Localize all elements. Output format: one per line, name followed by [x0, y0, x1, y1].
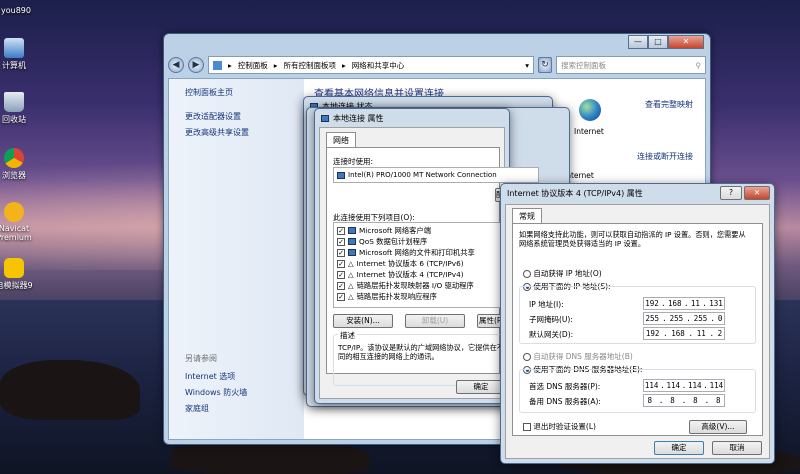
list-item[interactable]: ✓ Microsoft 网络的文件和打印机共享: [337, 247, 505, 258]
ip-address-label: IP 地址(I):: [529, 300, 564, 309]
ip-address-field[interactable]: 192. 168. 11. 131: [643, 297, 725, 310]
qos-icon: [348, 238, 356, 245]
components-list: ✓ Microsoft 网络客户端 ✓ QoS 数据包计划程序 ✓ Microsoft…: [333, 222, 509, 308]
description-title: 描述: [338, 330, 357, 341]
subnet-mask-field[interactable]: 255. 255. 255. 0: [643, 312, 725, 325]
local-connection-properties-dialog: 本地连接 属性 网络 连接时使用: Intel(R) PRO/1000 MT N…: [314, 108, 539, 404]
auto-dns-radio[interactable]: 自动获得 DNS 服务器地址(B): [523, 351, 633, 362]
gateway-label: 默认网关(D):: [529, 330, 574, 339]
intro-text: 如果网络支持此功能，则可以获取自动指派的 IP 设置。否则，您需要从网络系统管理…: [519, 230, 746, 248]
emulator-icon: [4, 258, 24, 278]
navicat-icon: [4, 202, 24, 222]
protocol-icon: △: [348, 281, 354, 290]
internet-label: Internet: [574, 127, 604, 136]
control-panel-icon: [213, 60, 222, 70]
recycle-bin-icon: [4, 92, 24, 112]
refresh-button[interactable]: ↻: [538, 57, 552, 73]
list-item[interactable]: ✓ △ 链路层拓扑发现响应程序: [337, 291, 505, 302]
link-view-full-map[interactable]: 查看完整映射: [645, 99, 693, 110]
forward-button[interactable]: ▶: [188, 57, 204, 73]
link-homegroup[interactable]: 家庭组: [185, 403, 209, 414]
validate-checkbox[interactable]: 退出时验证设置(L): [523, 421, 596, 432]
help-button[interactable]: ?: [720, 186, 742, 200]
cancel-button[interactable]: 取消: [712, 441, 762, 455]
minimize-button[interactable]: —: [628, 35, 648, 49]
list-item[interactable]: ✓ QoS 数据包计划程序: [337, 236, 505, 247]
desktop-icon-recycle-bin[interactable]: 回收站: [0, 92, 44, 125]
breadcrumb-item[interactable]: 网络和共享中心: [352, 60, 405, 71]
gateway-field[interactable]: 192. 168. 11. 2: [643, 327, 725, 340]
tab-general[interactable]: 常规: [512, 208, 542, 224]
checkbox[interactable]: ✓: [337, 281, 345, 290]
adapter-field: Intel(R) PRO/1000 MT Network Connection: [333, 167, 539, 183]
wallpaper-rock: [0, 360, 140, 420]
browser-icon: [4, 148, 24, 168]
dialog-title: Internet 协议版本 4 (TCP/IPv4) 属性: [507, 188, 643, 198]
computer-icon: [4, 38, 24, 58]
tab-network[interactable]: 网络: [326, 132, 356, 148]
auto-ip-radio[interactable]: 自动获得 IP 地址(O): [523, 268, 602, 279]
checkbox[interactable]: ✓: [337, 259, 345, 268]
checkbox[interactable]: ✓: [337, 292, 345, 301]
protocol-icon: △: [348, 292, 354, 301]
alternate-dns-label: 备用 DNS 服务器(A):: [529, 397, 601, 406]
desktop-icon-emulator[interactable]: 电模拟器9: [0, 258, 44, 291]
chevron-down-icon[interactable]: ▾: [525, 61, 533, 70]
alternate-dns-field[interactable]: 8.8.8.8: [643, 394, 725, 407]
network-card-icon: [337, 171, 345, 179]
link-windows-firewall[interactable]: Windows 防火墙: [185, 387, 247, 398]
file-sharing-icon: [348, 249, 356, 256]
link-connect-disconnect[interactable]: 连接或断开连接: [637, 151, 693, 162]
preferred-dns-label: 首选 DNS 服务器(P):: [529, 382, 601, 391]
address-bar[interactable]: ▸ 控制面板 ▸ 所有控制面板项 ▸ 网络和共享中心 ▾: [208, 56, 534, 74]
install-button[interactable]: 安装(N)...: [333, 314, 393, 328]
search-input[interactable]: 搜索控制面板 ⚲: [556, 56, 706, 74]
list-item[interactable]: ✓ △ Internet 协议版本 6 (TCP/IPv6): [337, 258, 505, 269]
close-button[interactable]: ✕: [744, 186, 770, 200]
link-control-panel-home[interactable]: 控制面板主页: [185, 87, 233, 98]
general-tab-panel: 如果网络支持此功能，则可以获取自动指派的 IP 设置。否则，您需要从网络系统管理…: [512, 223, 763, 436]
search-icon: ⚲: [695, 60, 702, 70]
subnet-mask-label: 子网掩码(U):: [529, 315, 573, 324]
desktop-icon-browser[interactable]: 浏览器: [0, 148, 44, 181]
ipv4-properties-dialog: Internet 协议版本 4 (TCP/IPv4) 属性 ? ✕ 常规 如果网…: [500, 183, 775, 464]
protocol-icon: △: [348, 270, 354, 279]
description-group: 描述 TCP/IP。该协议是默认的广域网络协议，它提供在不同的相互连接的网络上的…: [333, 330, 509, 386]
dialog-title: 本地连接 属性: [333, 113, 384, 123]
advanced-button[interactable]: 高级(V)...: [689, 420, 747, 434]
client-icon: [348, 227, 356, 234]
back-button[interactable]: ◀: [168, 57, 184, 73]
wallpaper-rock: [170, 440, 370, 474]
uninstall-button[interactable]: 卸载(U): [405, 314, 465, 328]
preferred-dns-field[interactable]: 114. 114. 114. 114: [643, 379, 725, 392]
checkbox[interactable]: ✓: [337, 237, 345, 246]
see-also-title: 另请参阅: [185, 354, 217, 363]
left-pane: 控制面板主页 更改适配器设置 更改高级共享设置 另请参阅 Internet 选项…: [169, 79, 304, 439]
checkbox[interactable]: ✓: [337, 248, 345, 257]
globe-icon: [579, 99, 601, 121]
close-button[interactable]: ✕: [668, 35, 704, 49]
link-change-adapter-settings[interactable]: 更改适配器设置: [185, 111, 241, 122]
link-internet-options[interactable]: Internet 选项: [185, 371, 235, 382]
ok-button[interactable]: 确定: [654, 441, 704, 455]
list-item[interactable]: ✓ Microsoft 网络客户端: [337, 225, 505, 236]
maximize-button[interactable]: □: [648, 35, 668, 49]
desktop-icon-computer[interactable]: 计算机: [0, 38, 44, 71]
checkbox[interactable]: ✓: [337, 270, 345, 279]
breadcrumb-item[interactable]: 控制面板: [238, 60, 268, 71]
connect-using-label: 连接时使用:: [333, 157, 374, 166]
description-text: TCP/IP。该协议是默认的广域网络协议，它提供在不同的相互连接的网络上的通讯。: [338, 343, 504, 361]
ok-button[interactable]: 确定: [456, 380, 506, 394]
desktop-user-label: you890: [1, 6, 31, 15]
network-tab-panel: 连接时使用: Intel(R) PRO/1000 MT Network Conn…: [326, 147, 539, 386]
desktop-icon-navicat[interactable]: Navicat Premium: [0, 202, 44, 242]
network-adapter-icon: [321, 114, 329, 122]
list-item[interactable]: ✓ △ Internet 协议版本 4 (TCP/IPv4): [337, 269, 505, 280]
checkbox[interactable]: ✓: [337, 226, 345, 235]
breadcrumb-item[interactable]: 所有控制面板项: [284, 60, 337, 71]
protocol-icon: △: [348, 259, 354, 268]
list-item[interactable]: ✓ △ 链路层拓扑发现映射器 I/O 驱动程序: [337, 280, 505, 291]
link-advanced-sharing[interactable]: 更改高级共享设置: [185, 127, 249, 138]
